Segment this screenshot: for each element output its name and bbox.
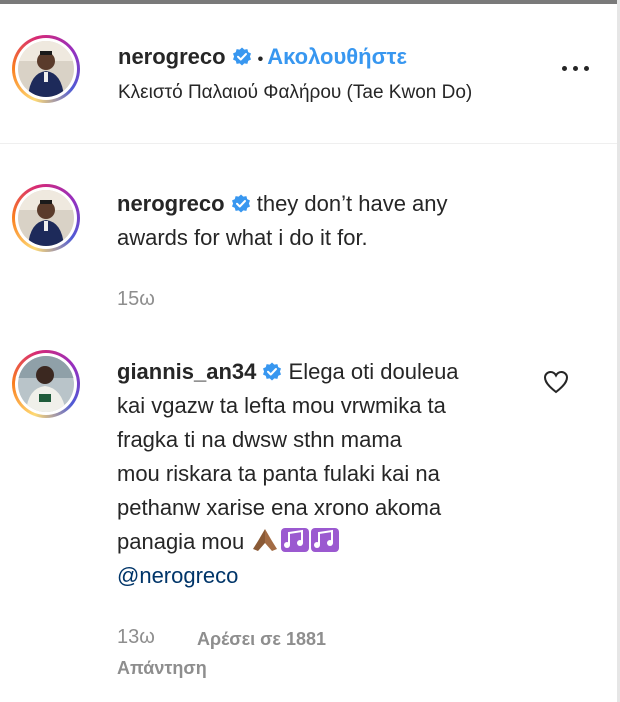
profile-photo-icon bbox=[18, 356, 74, 412]
comment-line-2: kai vgazw ta lefta mou vrwmika ta bbox=[117, 393, 446, 418]
praying-hands-icon bbox=[253, 529, 278, 551]
comment-line-3: fragka ti na dwsw sthn mama bbox=[117, 427, 402, 452]
more-options-icon[interactable] bbox=[556, 56, 596, 80]
avatar-nerogreco[interactable] bbox=[12, 35, 80, 103]
comment-likes[interactable]: Αρέσει σε 1881 bbox=[197, 629, 326, 650]
like-heart-icon[interactable] bbox=[543, 370, 569, 394]
music-notes-icon bbox=[281, 528, 310, 552]
post-header: nerogreco • Ακολουθήστε Κλειστό Παλαιού Φα… bbox=[0, 4, 617, 144]
comment-line-5: pethanw xarise ena xrono akoma bbox=[117, 495, 442, 520]
caption-timestamp[interactable]: 15ω bbox=[117, 288, 155, 311]
verified-badge-icon bbox=[263, 362, 282, 381]
profile-photo-icon bbox=[18, 41, 74, 97]
mention-link[interactable]: @nerogreco bbox=[117, 563, 238, 588]
verified-badge-icon bbox=[231, 194, 250, 213]
comment-line-4: mou riskara ta panta fulaki kai na bbox=[117, 461, 440, 486]
post-location[interactable]: Κλειστό Παλαιού Φαλήρου (Tae Kwon Do) bbox=[118, 82, 472, 104]
avatar-nerogreco-caption[interactable] bbox=[12, 184, 80, 252]
follow-button[interactable]: Ακολουθήστε bbox=[267, 44, 407, 69]
music-notes-icon bbox=[311, 528, 340, 552]
reply-button[interactable]: Απάντηση bbox=[117, 658, 207, 679]
comment-line-6: panagia mou bbox=[117, 529, 245, 554]
comment-timestamp[interactable]: 13ω bbox=[117, 626, 155, 649]
header-username[interactable]: nerogreco bbox=[118, 44, 226, 69]
caption-line-1: they don’t have any bbox=[256, 191, 448, 216]
caption-text: nerogreco they don’t have any awards for… bbox=[117, 187, 597, 255]
comment-text: giannis_an34 Elega oti douleua kai vgazw… bbox=[117, 355, 537, 593]
caption-line-2: awards for what i do it for. bbox=[117, 225, 368, 250]
avatar-giannis[interactable] bbox=[12, 350, 80, 418]
comment-username[interactable]: giannis_an34 bbox=[117, 359, 256, 384]
comment-line-1: Elega oti douleua bbox=[288, 359, 459, 384]
profile-photo-icon bbox=[18, 190, 74, 246]
verified-badge-icon bbox=[232, 47, 251, 66]
caption-username[interactable]: nerogreco bbox=[117, 191, 225, 216]
separator-dot: • bbox=[257, 51, 264, 68]
